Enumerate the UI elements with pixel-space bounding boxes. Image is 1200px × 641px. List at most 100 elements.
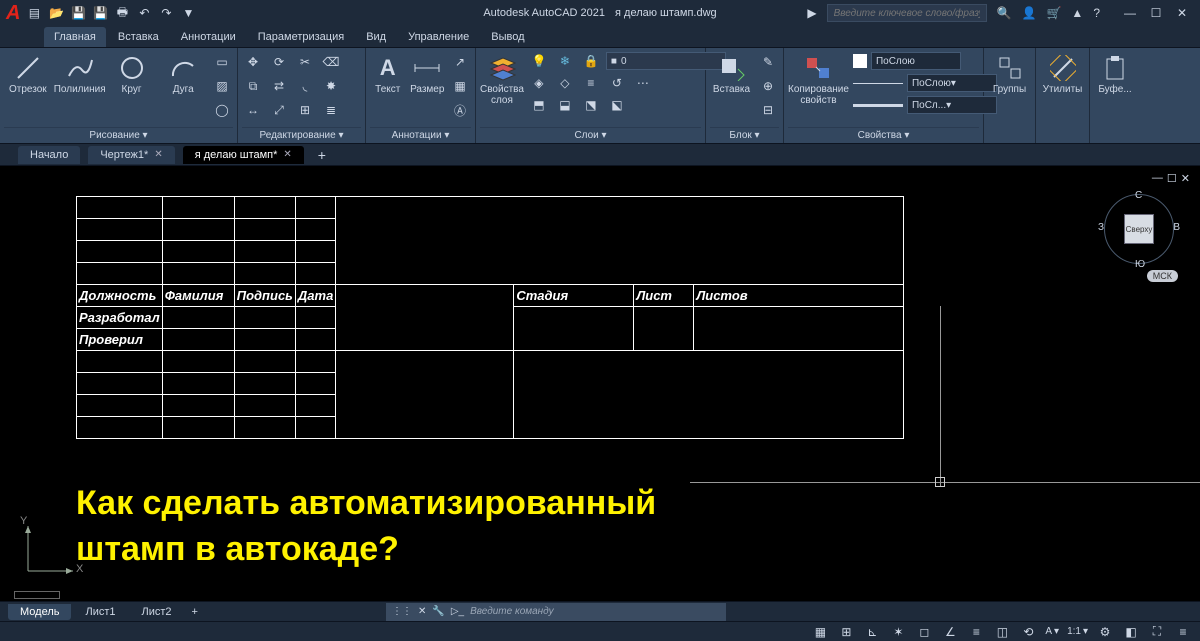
explode-icon[interactable]: ✸ (320, 75, 342, 97)
insert-block-button[interactable]: Вставка (710, 51, 753, 95)
new-tab-button[interactable]: + (312, 147, 332, 163)
block-edit-icon[interactable]: ✎ (757, 51, 779, 73)
ellipse-icon[interactable]: ◯ (211, 99, 233, 121)
stretch-icon[interactable]: ↔ (242, 99, 264, 121)
close-tab-icon[interactable]: ✕ (154, 149, 162, 160)
match-props-button[interactable]: Копирование свойств (788, 51, 849, 106)
osnap-icon[interactable]: ◻ (915, 625, 933, 639)
maximize-button[interactable]: ☐ (1144, 4, 1168, 22)
tab-manage[interactable]: Управление (398, 27, 479, 47)
block-attr-icon[interactable]: ⊟ (757, 99, 779, 121)
line-button[interactable]: Отрезок (4, 51, 52, 95)
paste-button[interactable]: Буфе... (1094, 51, 1136, 95)
layer-lock-icon[interactable]: 🔒 (580, 50, 602, 72)
anno-scale[interactable]: A▾ (1045, 626, 1059, 637)
mtext-icon[interactable]: Ⓐ (449, 99, 471, 121)
user-icon[interactable]: 👤 (1022, 6, 1037, 20)
autodesk-icon[interactable]: ▲ (1071, 6, 1083, 20)
ortho-icon[interactable]: ⊾ (863, 625, 881, 639)
help-icon[interactable]: ? (1093, 6, 1100, 20)
layer-uniso-icon[interactable]: ◇ (554, 72, 576, 94)
panel-title[interactable]: Свойства ▾ (788, 127, 979, 143)
fullscreen-icon[interactable]: ⛶ (1148, 624, 1166, 639)
color-dropdown[interactable]: ПоСлою (853, 51, 997, 71)
lw-icon[interactable]: ≡ (967, 625, 985, 639)
new-icon[interactable]: ▤ (26, 5, 42, 21)
file-tab-drawing1[interactable]: Чертеж1*✕ (88, 146, 174, 164)
arc-button[interactable]: Дуга (159, 51, 207, 95)
layer-off-icon[interactable]: 💡 (528, 50, 550, 72)
tab-annotate[interactable]: Аннотации (171, 27, 246, 47)
layer-prev-icon[interactable]: ↺ (606, 72, 628, 94)
layer-state-icon[interactable]: ⬕ (606, 94, 628, 116)
grid-icon[interactable]: ▦ (811, 625, 829, 639)
polar-icon[interactable]: ✶ (889, 625, 907, 639)
layer-walk-icon[interactable]: ⬔ (580, 94, 602, 116)
viewcube-n[interactable]: С (1135, 190, 1142, 201)
polyline-button[interactable]: Полилиния (56, 51, 104, 95)
cart-icon[interactable]: 🛒 (1046, 6, 1061, 20)
viewcube-e[interactable]: В (1173, 222, 1180, 233)
copy-icon[interactable]: ⧉ (242, 75, 264, 97)
panel-title[interactable]: Рисование ▾ (4, 127, 233, 143)
linetype-dropdown[interactable]: ПоСлою▾ (853, 73, 997, 93)
cmd-close-icon[interactable]: ✕ (418, 606, 426, 617)
tab-view[interactable]: Вид (356, 27, 396, 47)
layout-tab-1[interactable]: Лист1 (73, 604, 127, 620)
layout-tab-model[interactable]: Модель (8, 604, 71, 620)
otrack-icon[interactable]: ∠ (941, 625, 959, 639)
mirror-icon[interactable]: ⇄ (268, 75, 290, 97)
dimension-button[interactable]: Размер (410, 51, 446, 95)
layout-tab-2[interactable]: Лист2 (130, 604, 184, 620)
viewcube[interactable]: С Ю З В Сверху (1104, 194, 1174, 264)
undo-icon[interactable]: ↶ (136, 5, 152, 21)
lineweight-dropdown[interactable]: ПоСл...▾ (853, 95, 997, 115)
add-layout-button[interactable]: + (186, 606, 204, 618)
cycle-icon[interactable]: ⟲ (1019, 625, 1037, 639)
redo-icon[interactable]: ↷ (158, 5, 174, 21)
viewcube-w[interactable]: З (1098, 222, 1104, 233)
leader-icon[interactable]: ↗ (449, 51, 471, 73)
vp-max-icon[interactable]: ☐ (1167, 172, 1177, 185)
tab-insert[interactable]: Вставка (108, 27, 169, 47)
cmd-wrench-icon[interactable]: 🔧 (432, 606, 444, 617)
scale-icon[interactable]: ⤢ (268, 99, 290, 121)
close-button[interactable]: ✕ (1170, 4, 1194, 22)
command-line[interactable]: ⋮⋮ ✕ 🔧 ▷_ Введите команду (386, 603, 726, 621)
move-icon[interactable]: ✥ (242, 51, 264, 73)
customize-icon[interactable]: ≡ (1174, 625, 1192, 639)
search-input[interactable] (827, 4, 987, 22)
array-icon[interactable]: ⊞ (294, 99, 316, 121)
layer-del-icon[interactable]: ⬓ (554, 94, 576, 116)
gear-icon[interactable]: ⚙ (1096, 625, 1114, 639)
layer-props-button[interactable]: Свойства слоя (480, 51, 524, 106)
file-tab-stamp[interactable]: я делаю штамп*✕ (183, 146, 304, 164)
panel-title[interactable]: Редактирование ▾ (242, 127, 361, 143)
trim-icon[interactable]: ✂ (294, 51, 316, 73)
tab-home[interactable]: Главная (44, 27, 106, 47)
panel-title[interactable]: Блок ▾ (710, 127, 779, 143)
drawing-canvas[interactable]: — ☐ ✕ Должность Фамилия Подпись Дата Ста… (0, 166, 1200, 601)
layer-freeze-icon[interactable]: ❄ (554, 50, 576, 72)
open-icon[interactable]: 📂 (48, 5, 64, 21)
groups-button[interactable]: Группы (988, 51, 1031, 95)
rotate-icon[interactable]: ⟳ (268, 51, 290, 73)
saveas-icon[interactable]: 💾 (92, 5, 108, 21)
layer-more-icon[interactable]: ⋯ (632, 72, 654, 94)
transparency-icon[interactable]: ◫ (993, 625, 1011, 639)
block-create-icon[interactable]: ⊕ (757, 75, 779, 97)
scale[interactable]: 1:1▾ (1067, 626, 1088, 637)
save-icon[interactable]: 💾 (70, 5, 86, 21)
vp-min-icon[interactable]: — (1152, 172, 1163, 185)
circle-button[interactable]: Круг (108, 51, 156, 95)
hatch-icon[interactable]: ▨ (211, 75, 233, 97)
layer-merge-icon[interactable]: ⬒ (528, 94, 550, 116)
erase-icon[interactable]: ⌫ (320, 51, 342, 73)
panel-title[interactable]: Аннотации ▾ (370, 127, 471, 143)
qat-dropdown-icon[interactable]: ▼ (180, 5, 196, 21)
tab-parametric[interactable]: Параметризация (248, 27, 354, 47)
cmd-handle-icon[interactable]: ⋮⋮ (392, 606, 412, 617)
iso-icon[interactable]: ◧ (1122, 625, 1140, 639)
vp-close-icon[interactable]: ✕ (1181, 172, 1190, 185)
close-tab-icon[interactable]: ✕ (283, 149, 291, 160)
